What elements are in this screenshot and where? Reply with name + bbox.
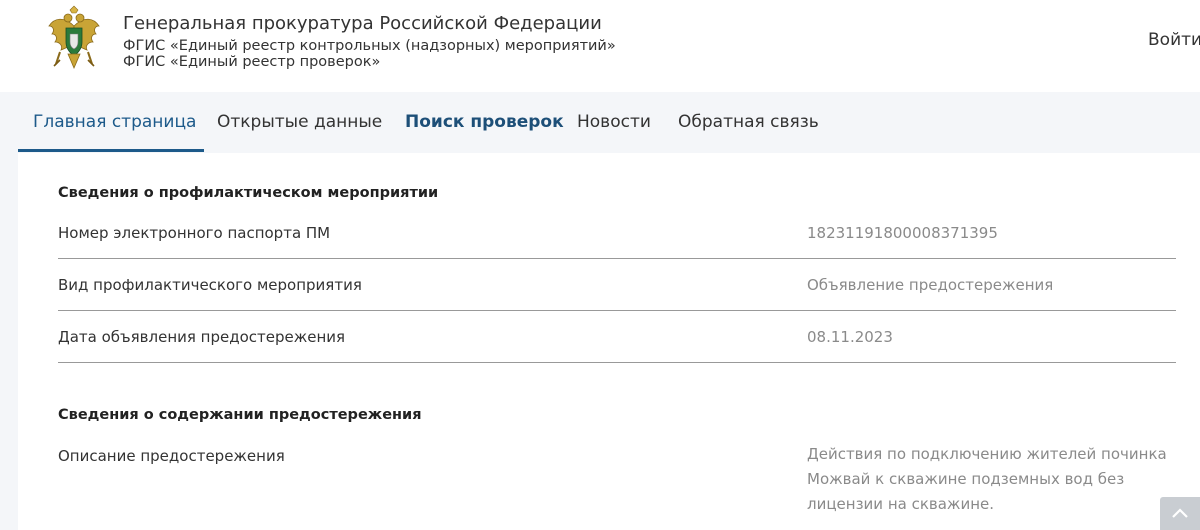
login-link[interactable]: Войти xyxy=(1148,30,1200,50)
nav-item-open-data[interactable]: Открытые данные xyxy=(217,112,382,132)
chevron-up-icon xyxy=(1172,508,1188,518)
row-label-passport-number: Номер электронного паспорта ПМ xyxy=(58,224,331,242)
row-value-event-type: Объявление предостережения xyxy=(807,276,1054,294)
row-value-warning-description: Действия по подключению жителей починка … xyxy=(807,445,1167,513)
site-header: Генеральная прокуратура Российской Федер… xyxy=(0,0,1200,92)
scroll-to-top-button[interactable] xyxy=(1160,497,1200,530)
section-title-preventive-event: Сведения о профилактическом мероприятии xyxy=(58,185,439,201)
row-label-warning-date: Дата объявления предостережения xyxy=(58,328,346,346)
nav-item-home[interactable]: Главная страница xyxy=(33,112,196,132)
row-divider xyxy=(58,258,1176,259)
row-value-warning-date: 08.11.2023 xyxy=(807,328,893,346)
prosecutor-emblem-icon[interactable] xyxy=(46,4,102,76)
section-title-warning-content: Сведения о содержании предостережения xyxy=(58,407,422,423)
nav-item-feedback[interactable]: Обратная связь xyxy=(678,112,819,132)
registry-subtitle-2: ФГИС «Единый реестр проверок» xyxy=(123,54,381,70)
row-divider xyxy=(58,310,1176,311)
row-label-warning-description: Описание предостережения xyxy=(58,447,285,465)
nav-item-news[interactable]: Новости xyxy=(577,112,651,132)
nav-item-search-inspections[interactable]: Поиск проверок xyxy=(405,112,564,132)
page: Генеральная прокуратура Российской Федер… xyxy=(0,0,1200,530)
row-label-event-type: Вид профилактического мероприятия xyxy=(58,276,362,294)
organization-title: Генеральная прокуратура Российской Федер… xyxy=(123,13,602,34)
main-navigation: Главная страница Открытые данные Поиск п… xyxy=(0,92,1200,153)
active-tab-indicator xyxy=(18,149,204,152)
registry-subtitle-1: ФГИС «Единый реестр контрольных (надзорн… xyxy=(123,38,616,54)
row-divider xyxy=(58,362,1176,363)
row-value-passport-number: 18231191800008371395 xyxy=(807,224,998,242)
